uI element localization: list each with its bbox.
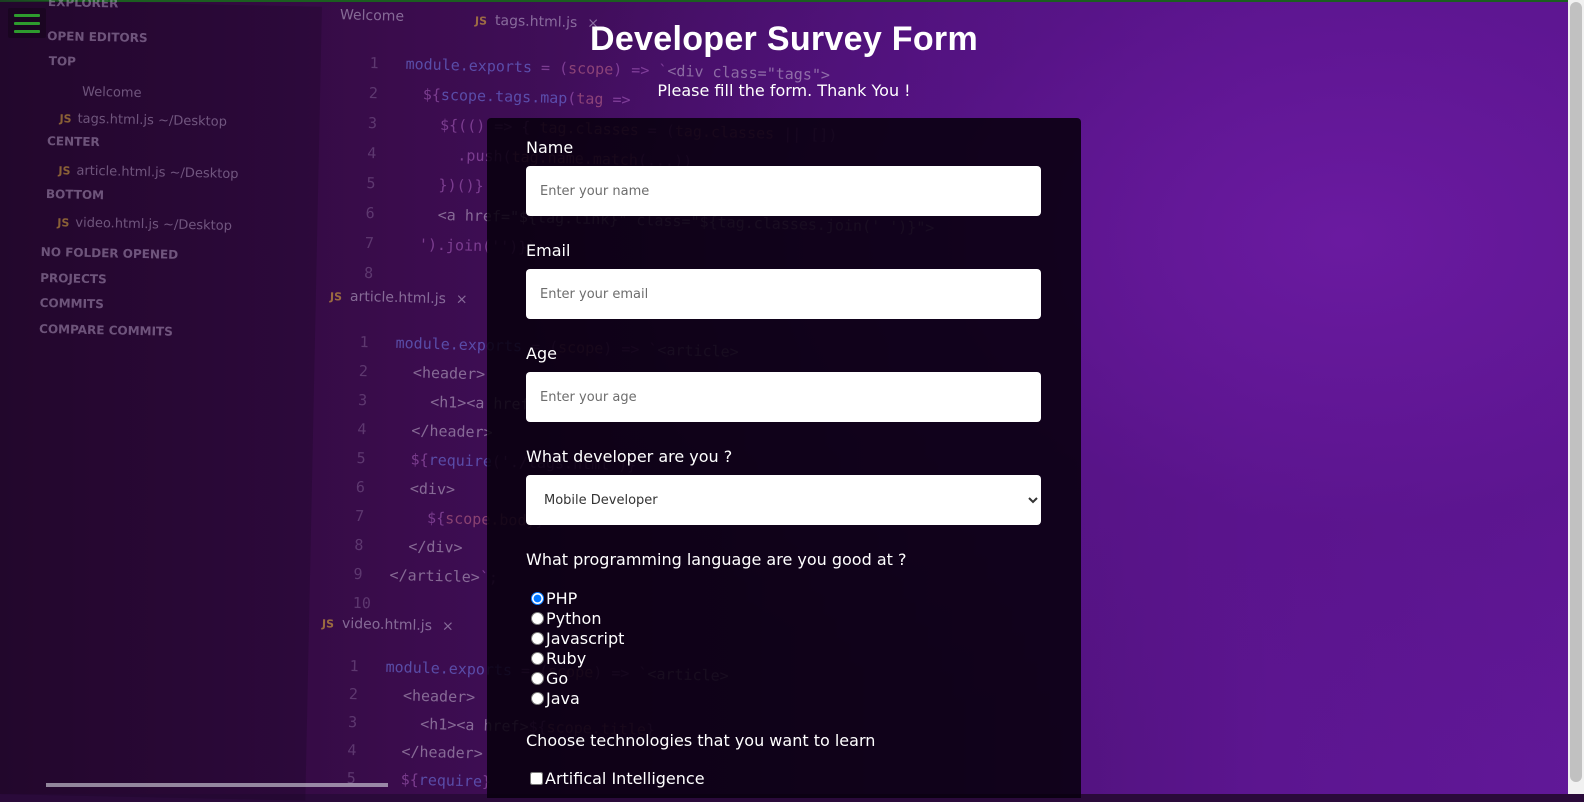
radio-button[interactable]	[531, 691, 544, 705]
radio-option-label: Javascript	[546, 628, 625, 648]
bg-video-file: video.html.js	[75, 215, 160, 233]
language-radio-group: PHP Python Javascript Ruby Go Java	[531, 588, 624, 708]
radio-button[interactable]	[531, 591, 544, 605]
bg-no-folder-label: NO FOLDER OPENED	[40, 244, 179, 262]
bg-video-item: JS video.html.js ~/Desktop	[57, 215, 232, 234]
radio-option-label: Java	[546, 688, 580, 708]
language-label: What programming language are you good a…	[526, 550, 907, 569]
radio-option-label: Ruby	[546, 648, 587, 668]
menu-bar	[14, 13, 40, 17]
radio-option-label: PHP	[546, 588, 578, 608]
radio-option-go[interactable]: Go	[531, 668, 624, 688]
radio-option-php[interactable]: PHP	[531, 588, 624, 608]
bg-tags-file: tags.html.js	[77, 111, 155, 129]
bg-tags-item: JS tags.html.js ~/Desktop	[59, 111, 227, 130]
radio-button[interactable]	[531, 671, 544, 685]
page-subtitle: Please fill the form. Thank You !	[657, 81, 911, 100]
email-input[interactable]	[526, 269, 1041, 319]
radio-button[interactable]	[531, 631, 544, 645]
radio-option-ruby[interactable]: Ruby	[531, 648, 624, 668]
radio-button[interactable]	[531, 611, 544, 625]
js-file-icon: JS	[58, 164, 71, 178]
age-input[interactable]	[526, 372, 1041, 422]
bg-compare-commits-label: COMPARE COMMITS	[38, 321, 173, 339]
bg-article-file: article.html.js	[76, 163, 166, 181]
js-file-icon: JS	[321, 617, 335, 631]
checkbox-option-ai[interactable]: Artifical Intelligence	[530, 768, 705, 788]
bg-article-path: ~/Desktop	[169, 165, 239, 183]
js-file-icon: JS	[329, 290, 343, 304]
background-editor-sidebar: EXPLORER OPEN EDITORS TOP Welcome JS tags…	[0, 0, 322, 801]
js-file-icon: JS	[59, 112, 72, 126]
technologies-label: Choose technologies that you want to lea…	[526, 731, 876, 750]
age-label: Age	[526, 344, 557, 363]
radio-option-label: Python	[546, 608, 602, 628]
checkbox[interactable]	[530, 771, 543, 785]
radio-button[interactable]	[531, 651, 544, 665]
bg-center-label: CENTER	[46, 134, 100, 150]
technologies-checkbox-group: Artifical Intelligence	[530, 768, 705, 788]
js-file-icon: JS	[57, 216, 70, 230]
top-accent-line	[0, 0, 1584, 2]
page-title: Developer Survey Form	[589, 20, 978, 58]
bg-projects-label: PROJECTS	[40, 270, 107, 287]
bg-commits-label: COMMITS	[39, 295, 104, 312]
developer-type-label: What developer are you ?	[526, 447, 733, 466]
email-label: Email	[526, 241, 571, 260]
close-icon: ×	[441, 618, 454, 635]
developer-type-select[interactable]: Mobile Developer	[526, 475, 1041, 525]
survey-form: Name Email Age What developer are you ? …	[487, 118, 1081, 798]
radio-option-python[interactable]: Python	[531, 608, 624, 628]
radio-option-label: Go	[546, 668, 569, 688]
bg-tab-article-label: article.html.js	[349, 288, 447, 308]
bg-bottom-label: BOTTOM	[45, 187, 105, 203]
checkbox-option-label: Artifical Intelligence	[545, 768, 705, 788]
close-icon: ×	[455, 291, 468, 308]
radio-option-java[interactable]: Java	[531, 688, 624, 708]
bg-tags-path: ~/Desktop	[157, 113, 228, 130]
bg-explorer-label: EXPLORER	[47, 0, 119, 11]
name-label: Name	[526, 138, 574, 157]
vertical-scrollbar-thumb[interactable]	[1570, 2, 1582, 782]
name-input[interactable]	[526, 166, 1041, 216]
radio-option-javascript[interactable]: Javascript	[531, 628, 624, 648]
bg-article-item: JS article.html.js ~/Desktop	[58, 163, 238, 182]
horizontal-scrollbar[interactable]	[46, 783, 388, 787]
bg-video-path: ~/Desktop	[162, 217, 233, 234]
